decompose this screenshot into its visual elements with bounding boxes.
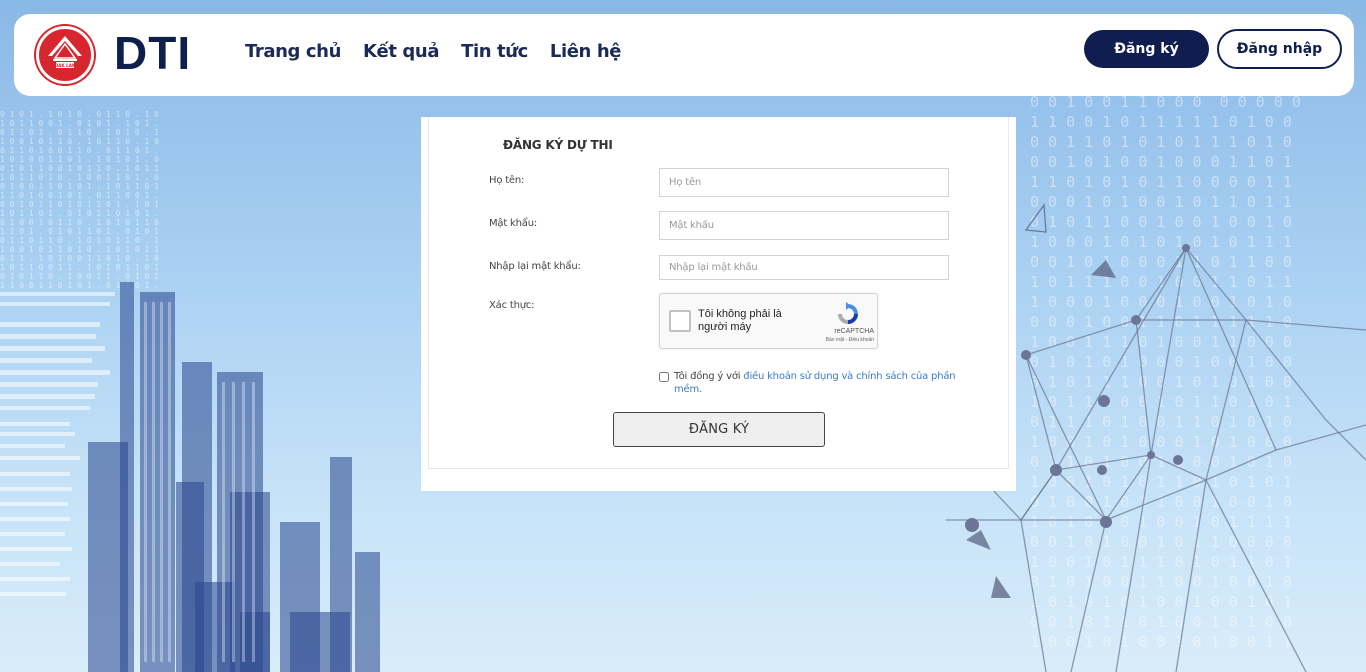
fullname-label: Họ tên: <box>489 175 525 186</box>
buildings-graphic <box>0 282 380 672</box>
confirm-password-input[interactable] <box>659 255 949 280</box>
captcha-label: Xác thực: <box>489 300 535 311</box>
recaptcha-brand: reCAPTCHA <box>834 328 874 335</box>
site-header: DAK LAK DTI Trang chủ Kết quả Tin tức Li… <box>14 14 1354 96</box>
fullname-input[interactable] <box>659 168 949 197</box>
terms-agreement: Tôi đồng ý với điều khoản sử dụng và chí… <box>659 370 959 396</box>
recaptcha-checkbox[interactable] <box>669 310 691 332</box>
registration-panel: ĐĂNG KÝ DỰ THI Họ tên: Mật khẩu: Nhập lạ… <box>421 117 1016 491</box>
recaptcha-links[interactable]: Bảo mật - Điều khoản <box>800 337 874 343</box>
logo-emblem[interactable]: DAK LAK <box>36 26 94 84</box>
recaptcha-text: Tôi không phải là người máy <box>698 308 782 333</box>
background-binary-pattern-left: 0 1 0 1 . 1 0 1 0 . 0 1 1 0 . 1 0 1 0 1 … <box>0 110 159 290</box>
recaptcha-icon <box>838 302 858 324</box>
nav-home[interactable]: Trang chủ <box>245 41 341 62</box>
terms-prefix: Tôi đồng ý với <box>674 371 744 382</box>
nav-results[interactable]: Kết quả <box>363 41 439 62</box>
nav-news[interactable]: Tin tức <box>461 41 528 62</box>
submit-register-button[interactable]: ĐĂNG KÝ <box>613 412 825 447</box>
recaptcha-widget: Tôi không phải là người máy reCAPTCHA Bả… <box>659 293 878 349</box>
nav-contact[interactable]: Liên hệ <box>550 41 622 62</box>
header-login-button[interactable]: Đăng nhập <box>1217 29 1342 69</box>
temple-logo-icon: DAK LAK <box>48 36 82 68</box>
form-title: ĐĂNG KÝ DỰ THI <box>503 138 613 152</box>
registration-card: ĐĂNG KÝ DỰ THI Họ tên: Mật khẩu: Nhập lạ… <box>428 117 1009 469</box>
main-nav: Trang chủ Kết quả Tin tức Liên hệ <box>245 41 621 62</box>
brand-logo-text[interactable]: DTI <box>114 30 191 76</box>
confirm-password-label: Nhập lại mật khẩu: <box>489 261 581 272</box>
password-label: Mật khẩu: <box>489 218 538 229</box>
header-register-button[interactable]: Đăng ký <box>1084 30 1209 68</box>
terms-checkbox[interactable] <box>659 372 669 382</box>
logo-badge-text: DAK LAK <box>55 63 76 68</box>
password-input[interactable] <box>659 211 949 240</box>
